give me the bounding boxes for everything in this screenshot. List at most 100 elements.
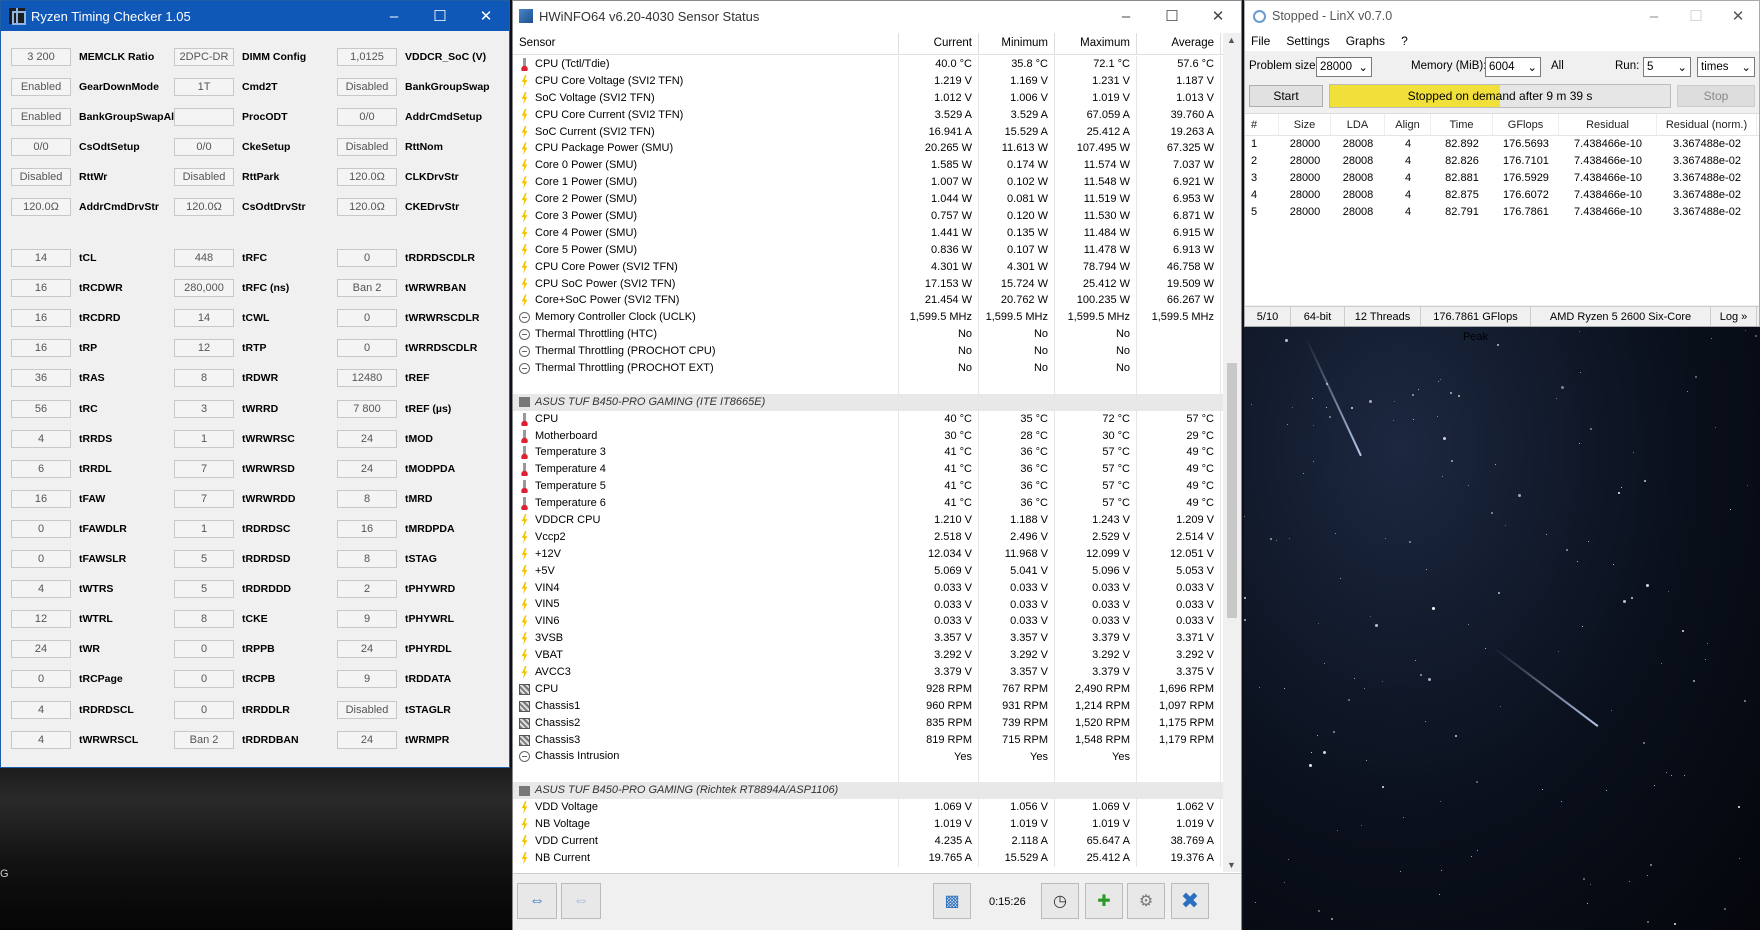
timing-value-field[interactable]: 12 <box>174 339 234 358</box>
sensor-row[interactable]: Core 0 Power (SMU) 1.585 W 0.174 W 11.574 W… <box>513 157 1223 175</box>
sensor-row[interactable]: +5V 5.069 V 5.041 V 5.096 V 5.053 V <box>513 562 1223 580</box>
timing-value-field[interactable]: 0/0 <box>337 108 397 126</box>
timing-value-field[interactable]: 5 <box>174 550 234 568</box>
sensor-row[interactable]: SoC Voltage (SVI2 TFN) 1.012 V 1.006 V 1.01… <box>513 89 1223 107</box>
sensor-row[interactable]: +12V 12.034 V 11.968 V 12.099 V 12.051 V <box>513 545 1223 563</box>
timing-value-field[interactable]: Enabled <box>11 78 71 96</box>
timing-value-field[interactable]: Disabled <box>174 168 234 186</box>
sensor-row[interactable]: AVCC3 3.379 V 3.357 V 3.379 V 3.375 V <box>513 664 1223 681</box>
sensor-row[interactable]: Core 2 Power (SMU) 1.044 W 0.081 W 11.519 W… <box>513 191 1223 209</box>
minimize-button[interactable]: – <box>371 1 417 31</box>
hwinfo-title-bar[interactable]: HWiNFO64 v6.20-4030 Sensor Status – ☐ ✕ <box>513 1 1241 31</box>
timing-value-field[interactable]: 1T <box>174 78 234 96</box>
scrollbar-thumb[interactable] <box>1227 363 1237 618</box>
timing-value-field[interactable]: 9 <box>337 670 397 689</box>
close-button[interactable]: ✕ <box>1195 1 1241 31</box>
results-row[interactable]: 5 28000 28008 4 82.791 176.7861 7.438466e-10 3.… <box>1245 204 1759 221</box>
timing-value-field[interactable]: 56 <box>11 399 71 418</box>
sensor-row[interactable]: Core 1 Power (SMU) 1.007 W 0.102 W 11.548 W… <box>513 174 1223 192</box>
timing-value-field[interactable]: Disabled <box>11 168 71 186</box>
timing-value-field[interactable]: 120.0Ω <box>11 198 71 216</box>
rtc-title-bar[interactable]: Ryzen Timing Checker 1.05 – ☐ ✕ <box>1 1 509 31</box>
timing-value-field[interactable]: 6 <box>11 459 71 478</box>
col-maximum[interactable]: Maximum <box>1055 33 1137 54</box>
sensor-row[interactable]: CPU Core Current (SVI2 TFN) 3.529 A 3.529 … <box>513 106 1223 124</box>
timing-value-field[interactable]: 1,0125 <box>337 48 397 66</box>
results-column-header[interactable]: Residual (norm.) <box>1657 114 1757 135</box>
sensor-row[interactable] <box>513 765 1223 783</box>
sensor-row[interactable]: Temperature 4 41 °C 36 °C 57 °C 49 °C <box>513 461 1223 479</box>
timing-value-field[interactable]: 1 <box>174 519 234 538</box>
timing-value-field[interactable]: 14 <box>11 249 71 267</box>
sensor-row[interactable]: CPU 40 °C 35 °C 72 °C 57 °C <box>513 410 1223 428</box>
start-button[interactable]: Start <box>1249 85 1323 107</box>
memory-select[interactable]: 6004 ⌄ <box>1485 57 1541 77</box>
sensor-row[interactable]: VIN6 0.033 V 0.033 V 0.033 V 0.033 V <box>513 613 1223 631</box>
timing-value-field[interactable]: Disabled <box>337 138 397 156</box>
col-minimum[interactable]: Minimum <box>979 33 1055 54</box>
sensor-row[interactable]: Vccp2 2.518 V 2.496 V 2.529 V 2.514 V <box>513 528 1223 546</box>
timing-value-field[interactable]: Enabled <box>11 108 71 126</box>
minimize-button[interactable]: – <box>1103 1 1149 31</box>
timing-value-field[interactable]: 24 <box>337 429 397 448</box>
sensor-row[interactable]: Memory Controller Clock (UCLK) 1,599.5 MH… <box>513 309 1223 327</box>
sensor-row[interactable]: CPU (Tctl/Tdie) 40.0 °C 35.8 °C 72.1 °C 57.6… <box>513 56 1223 73</box>
sensor-row[interactable]: Chassis1 960 RPM 931 RPM 1,214 RPM 1,097 RPM <box>513 697 1223 715</box>
close-sensors-button[interactable]: ✖ <box>1171 883 1209 919</box>
timing-value-field[interactable]: 0 <box>11 519 71 538</box>
sensor-row[interactable]: Core 5 Power (SMU) 0.836 W 0.107 W 11.478 W… <box>513 241 1223 259</box>
sensor-group-header[interactable]: ASUS TUF B450-PRO GAMING (ITE IT8665E) <box>513 393 1223 411</box>
close-button[interactable]: ✕ <box>463 1 509 31</box>
results-column-header[interactable]: Align <box>1385 114 1431 135</box>
sensor-group-header[interactable]: ASUS TUF B450-PRO GAMING (Richtek RT8894… <box>513 782 1223 800</box>
all-checkbox-label[interactable]: All <box>1551 60 1564 72</box>
maximize-button[interactable]: ☐ <box>1675 1 1717 31</box>
timing-value-field[interactable]: 4 <box>11 730 71 749</box>
results-column-header[interactable]: Residual <box>1559 114 1657 135</box>
col-sensor[interactable]: Sensor <box>513 33 899 54</box>
timing-value-field[interactable]: 120.0Ω <box>337 198 397 216</box>
sensor-row[interactable]: NB Voltage 1.019 V 1.019 V 1.019 V 1.019 V <box>513 816 1223 833</box>
sensor-row[interactable]: Thermal Throttling (PROCHOT EXT) No No No <box>513 360 1223 377</box>
sensor-row[interactable]: VDDCR CPU 1.210 V 1.188 V 1.243 V 1.209 V <box>513 512 1223 529</box>
run-count-select[interactable]: 5 ⌄ <box>1643 57 1691 77</box>
timing-value-field[interactable]: 280,000 <box>174 279 234 298</box>
sensor-row[interactable]: Thermal Throttling (HTC) No No No <box>513 326 1223 344</box>
timing-value-field[interactable]: 16 <box>11 279 71 298</box>
run-unit-select[interactable]: times ⌄ <box>1697 57 1755 77</box>
timing-value-field[interactable]: 8 <box>337 550 397 568</box>
sensor-row[interactable]: Temperature 6 41 °C 36 °C 57 °C 49 °C <box>513 495 1223 513</box>
sensor-row[interactable]: CPU Core Voltage (SVI2 TFN) 1.219 V 1.169 … <box>513 72 1223 90</box>
sensor-row[interactable]: Temperature 5 41 °C 36 °C 57 °C 49 °C <box>513 478 1223 496</box>
log-toggle-button[interactable]: Log » <box>1711 307 1757 326</box>
clock-button[interactable]: ◷ <box>1041 883 1079 919</box>
timing-value-field[interactable]: Disabled <box>337 700 397 719</box>
timing-value-field[interactable]: 4 <box>11 700 71 719</box>
timing-value-field[interactable]: Disabled <box>337 78 397 96</box>
results-row[interactable]: 4 28000 28008 4 82.875 176.6072 7.438466e-10 3.… <box>1245 187 1759 204</box>
maximize-button[interactable]: ☐ <box>417 1 463 31</box>
minimize-button[interactable]: – <box>1633 1 1675 31</box>
timing-value-field[interactable]: 8 <box>337 489 397 508</box>
timing-value-field[interactable]: 0/0 <box>11 138 71 156</box>
menu-settings[interactable]: Settings <box>1286 34 1329 48</box>
menu-help[interactable]: ? <box>1401 34 1408 48</box>
timing-value-field[interactable]: 4 <box>11 580 71 599</box>
sensor-row[interactable]: VDD Current 4.235 A 2.118 A 65.647 A 38.769 … <box>513 832 1223 850</box>
scroll-up-icon[interactable]: ▲ <box>1227 35 1236 45</box>
timing-value-field[interactable]: 24 <box>337 640 397 659</box>
timing-value-field[interactable]: 0 <box>174 640 234 659</box>
timing-value-field[interactable]: 16 <box>11 309 71 328</box>
timing-value-field[interactable]: 9 <box>337 610 397 629</box>
sensor-row[interactable]: CPU Core Power (SVI2 TFN) 4.301 W 4.301 W7… <box>513 258 1223 276</box>
results-row[interactable]: 2 28000 28008 4 82.826 176.7101 7.438466e-10 3.… <box>1245 153 1759 170</box>
sensor-row[interactable]: Thermal Throttling (PROCHOT CPU) No No No <box>513 343 1223 361</box>
timing-value-field[interactable]: 24 <box>11 640 71 659</box>
timing-value-field[interactable]: 120.0Ω <box>174 198 234 216</box>
timing-value-field[interactable]: 8 <box>174 610 234 629</box>
timing-value-field[interactable]: 2DPC-DR <box>174 48 234 66</box>
timing-value-field[interactable]: 24 <box>337 459 397 478</box>
sensor-row[interactable] <box>513 376 1223 394</box>
sensor-row[interactable]: CPU SoC Power (SVI2 TFN) 17.153 W 15.724 W… <box>513 275 1223 293</box>
timing-value-field[interactable]: 7 800 <box>337 399 397 418</box>
